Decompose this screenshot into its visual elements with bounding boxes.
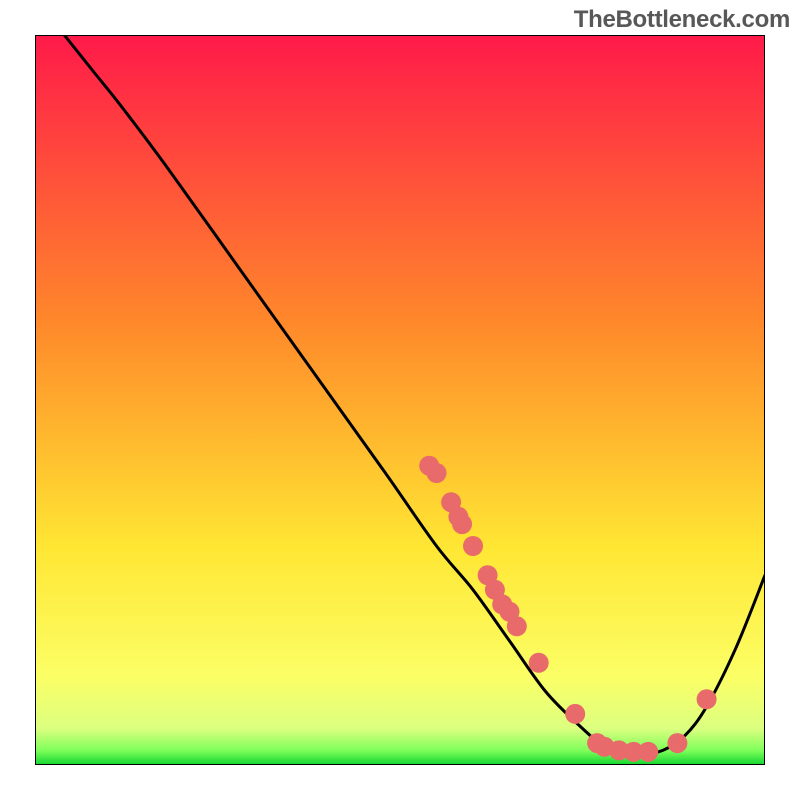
data-marker — [565, 704, 585, 724]
data-marker — [463, 536, 483, 556]
data-marker — [697, 689, 717, 709]
bottleneck-chart — [35, 35, 765, 765]
data-marker — [529, 653, 549, 673]
data-marker — [638, 742, 658, 762]
watermark-label: TheBottleneck.com — [574, 6, 790, 34]
data-marker — [427, 463, 447, 483]
data-marker — [507, 616, 527, 636]
gradient-background — [35, 35, 765, 765]
data-marker — [667, 733, 687, 753]
plot-area — [35, 35, 765, 765]
data-marker — [452, 514, 472, 534]
chart-frame: TheBottleneck.com — [0, 0, 800, 800]
